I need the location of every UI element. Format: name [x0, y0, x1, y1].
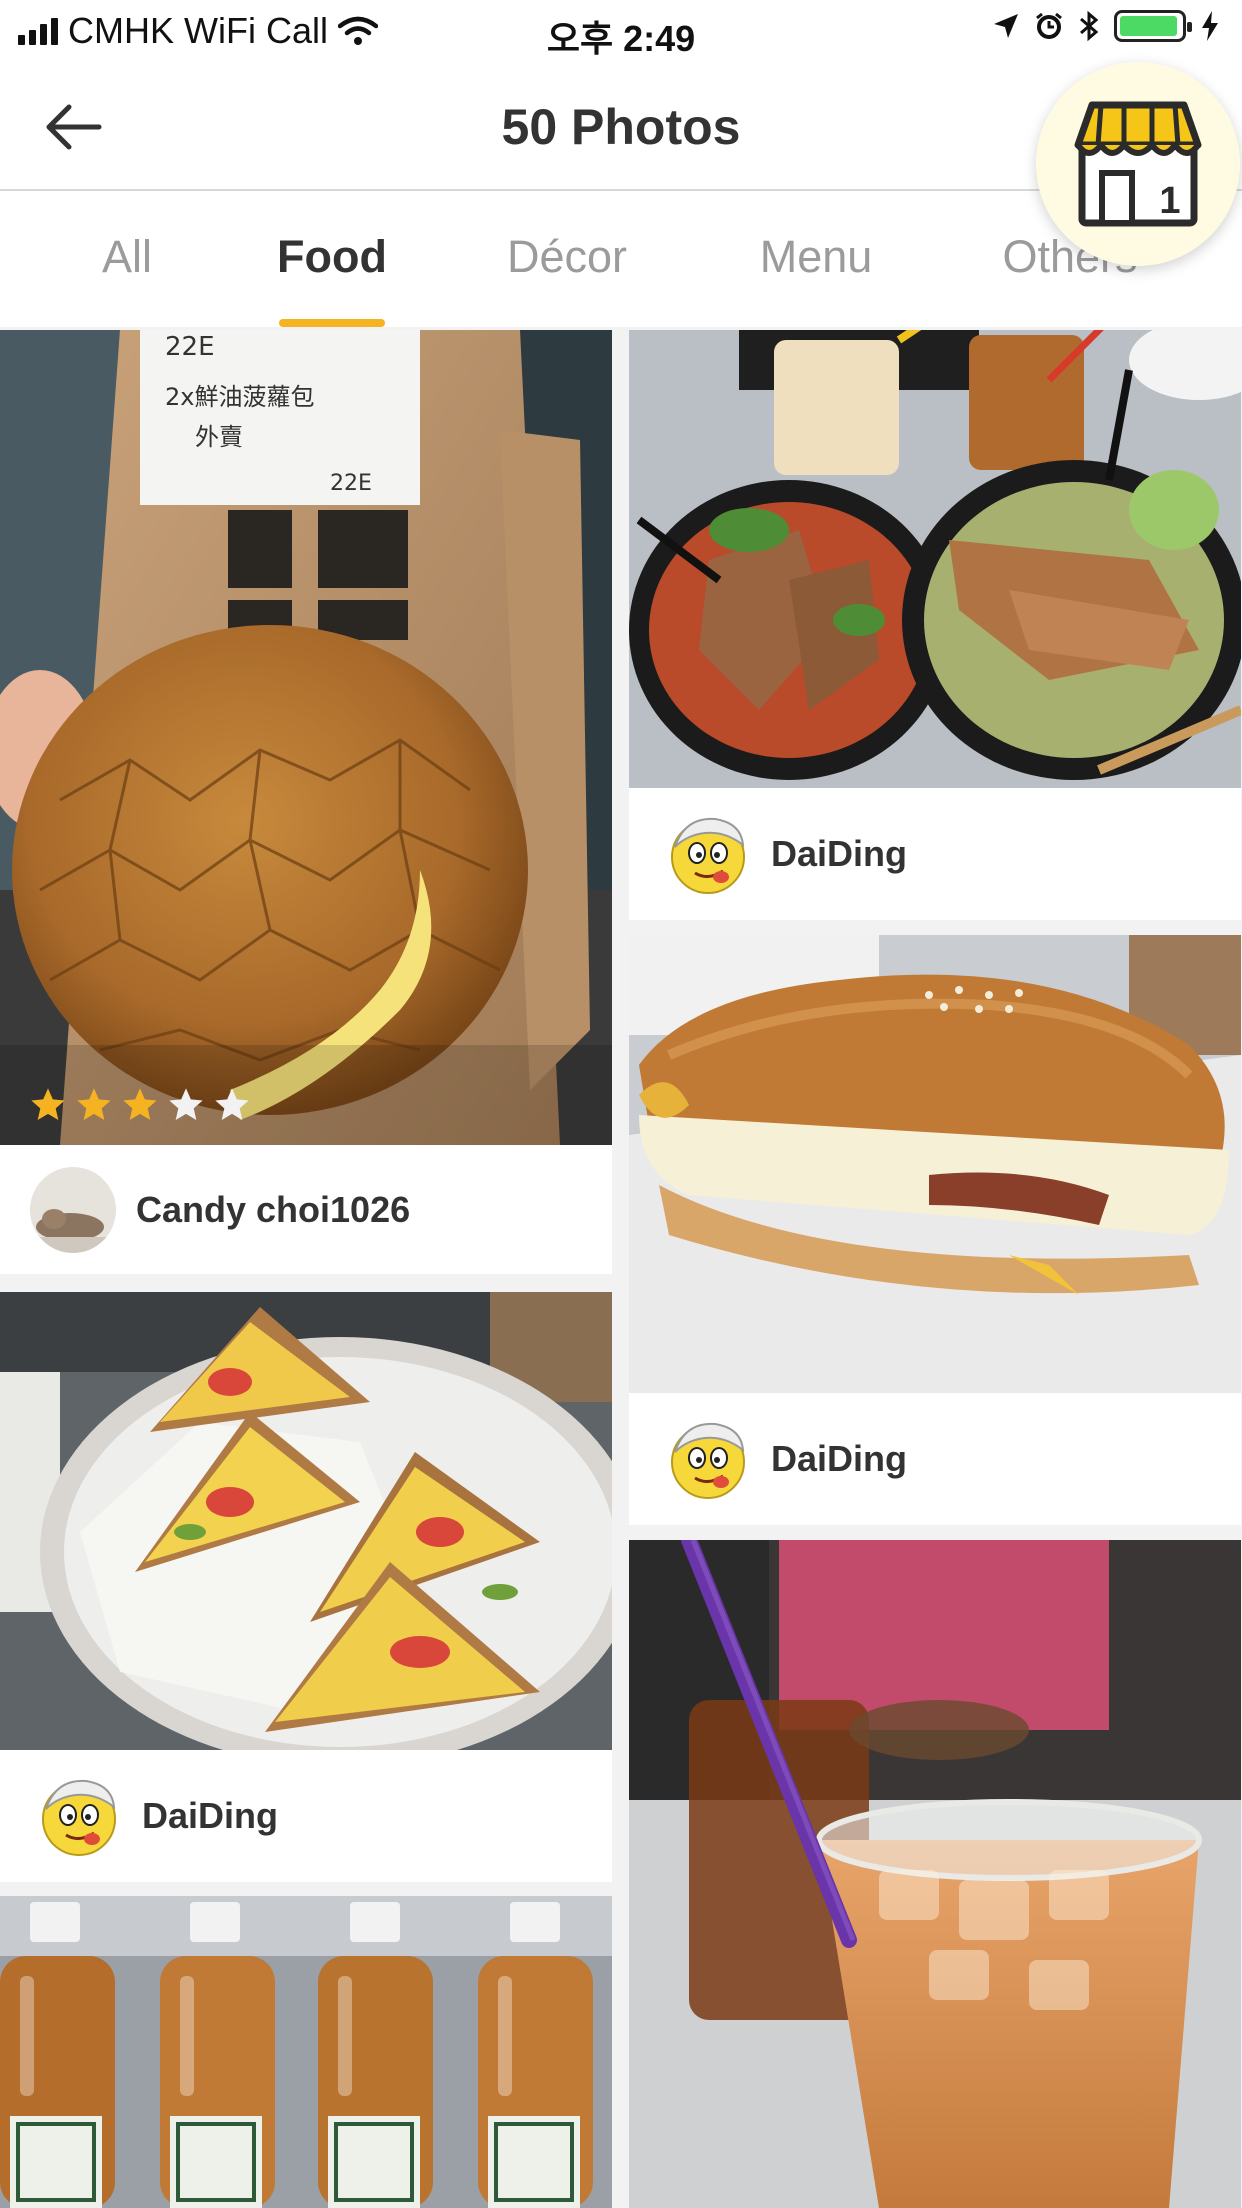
photo-card[interactable]: DaiDing [629, 330, 1241, 920]
tab-label: Décor [506, 231, 628, 282]
alarm-icon [1036, 12, 1062, 39]
photo-image[interactable] [629, 330, 1241, 788]
tab-label: Menu [759, 231, 873, 282]
photo-image[interactable]: 22E 2x鮮油菠蘿包 外賣 22E [0, 330, 612, 1145]
star-icon [123, 1088, 157, 1120]
status-right [992, 10, 1220, 42]
cat-photo-icon [30, 1166, 116, 1253]
active-tab-indicator [279, 319, 385, 327]
user-row[interactable]: DaiDing [0, 1750, 612, 1882]
svg-text:2x鮮油菠蘿包: 2x鮮油菠蘿包 [165, 383, 314, 411]
user-row[interactable]: DaiDing [629, 1393, 1241, 1525]
rating-stars [28, 1085, 252, 1125]
user-row[interactable]: DaiDing [629, 788, 1241, 920]
photo-gallery-screen: CMHK WiFi Call 오후 2:49 50 Photos All Foo… [0, 0, 1242, 2208]
tab-food[interactable]: Food [262, 191, 402, 327]
emoji-face-icon [665, 811, 751, 897]
username: DaiDing [771, 833, 908, 874]
username: DaiDing [142, 1795, 279, 1836]
emoji-face-icon [36, 1773, 122, 1859]
photo-card[interactable]: DaiDing [0, 1292, 612, 1882]
battery-icon [1114, 10, 1192, 42]
location-arrow-icon [994, 14, 1018, 38]
star-icon [31, 1088, 65, 1120]
photo-card[interactable]: 22E 2x鮮油菠蘿包 外賣 22E Candy choi1026 [0, 330, 612, 1274]
tab-label: All [101, 231, 152, 282]
photo-image[interactable] [0, 1896, 612, 2208]
status-bar: CMHK WiFi Call 오후 2:49 [0, 0, 1242, 64]
star-icon [169, 1088, 203, 1120]
svg-text:22E: 22E [165, 332, 215, 362]
shop-count: 1 [1159, 180, 1180, 222]
tab-menu[interactable]: Menu [736, 191, 896, 327]
username: Candy choi1026 [136, 1188, 411, 1230]
photo-card[interactable] [629, 1540, 1241, 2208]
photo-image[interactable] [629, 935, 1241, 1393]
username: DaiDing [771, 1438, 908, 1479]
tab-label: Food [277, 231, 387, 282]
star-icon [215, 1088, 249, 1120]
photo-image[interactable] [629, 1540, 1241, 2208]
photo-card[interactable]: DaiDing [629, 935, 1241, 1525]
tab-decor[interactable]: Décor [482, 191, 652, 327]
bookmark-shop-button[interactable]: 1 [1036, 62, 1240, 266]
emoji-face-icon [665, 1416, 751, 1502]
star-icon [77, 1088, 111, 1120]
photo-card[interactable] [0, 1896, 612, 2208]
svg-text:22E: 22E [330, 471, 372, 496]
storefront-icon: 1 [1074, 101, 1202, 227]
photo-image[interactable] [0, 1292, 612, 1750]
tab-all[interactable]: All [62, 191, 192, 327]
charging-icon [1202, 11, 1218, 41]
bluetooth-icon [1080, 10, 1099, 42]
svg-text:外賣: 外賣 [195, 423, 243, 451]
user-row[interactable]: Candy choi1026 [0, 1145, 612, 1274]
